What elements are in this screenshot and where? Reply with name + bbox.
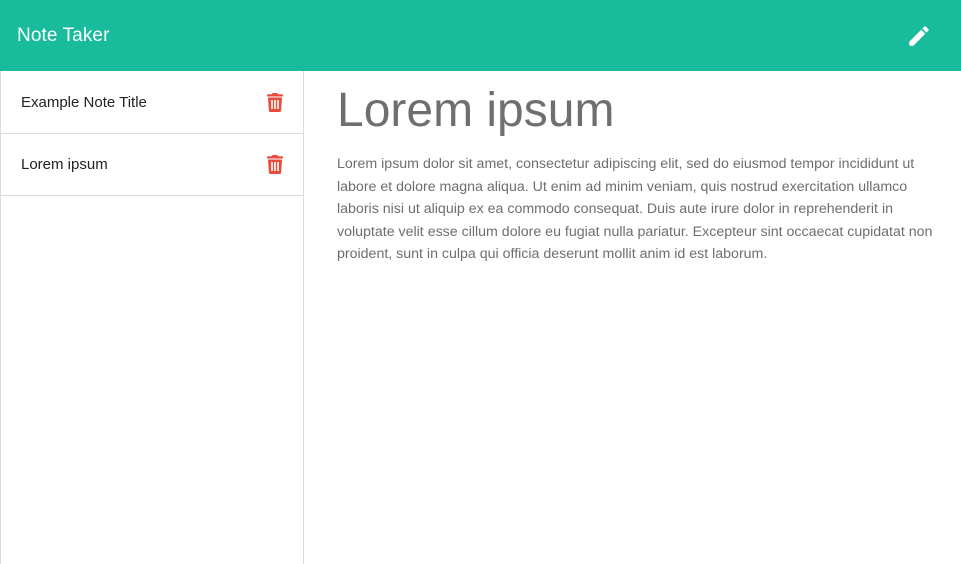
new-note-button[interactable] — [905, 22, 933, 50]
note-text[interactable]: Lorem ipsum dolor sit amet, consectetur … — [337, 153, 941, 266]
navbar: Note Taker — [0, 0, 961, 71]
note-view: Lorem ipsum Lorem ipsum dolor sit amet, … — [305, 71, 961, 564]
note-list-item-title[interactable]: Lorem ipsum — [21, 156, 108, 173]
pencil-icon — [909, 25, 929, 46]
note-list-item[interactable]: Lorem ipsum — [1, 134, 303, 196]
delete-note-button[interactable] — [266, 155, 284, 175]
note-list-item[interactable]: Example Note Title — [1, 71, 303, 134]
note-title[interactable]: Lorem ipsum — [337, 83, 941, 139]
app-title[interactable]: Note Taker — [17, 25, 110, 47]
trash-icon — [267, 155, 283, 174]
trash-icon — [267, 92, 283, 112]
note-list-item-title[interactable]: Example Note Title — [21, 94, 147, 111]
note-list-sidebar: Example Note Title Lorem ipsum — [0, 71, 304, 564]
note-list: Example Note Title Lorem ipsum — [1, 71, 303, 196]
delete-note-button[interactable] — [266, 92, 284, 112]
